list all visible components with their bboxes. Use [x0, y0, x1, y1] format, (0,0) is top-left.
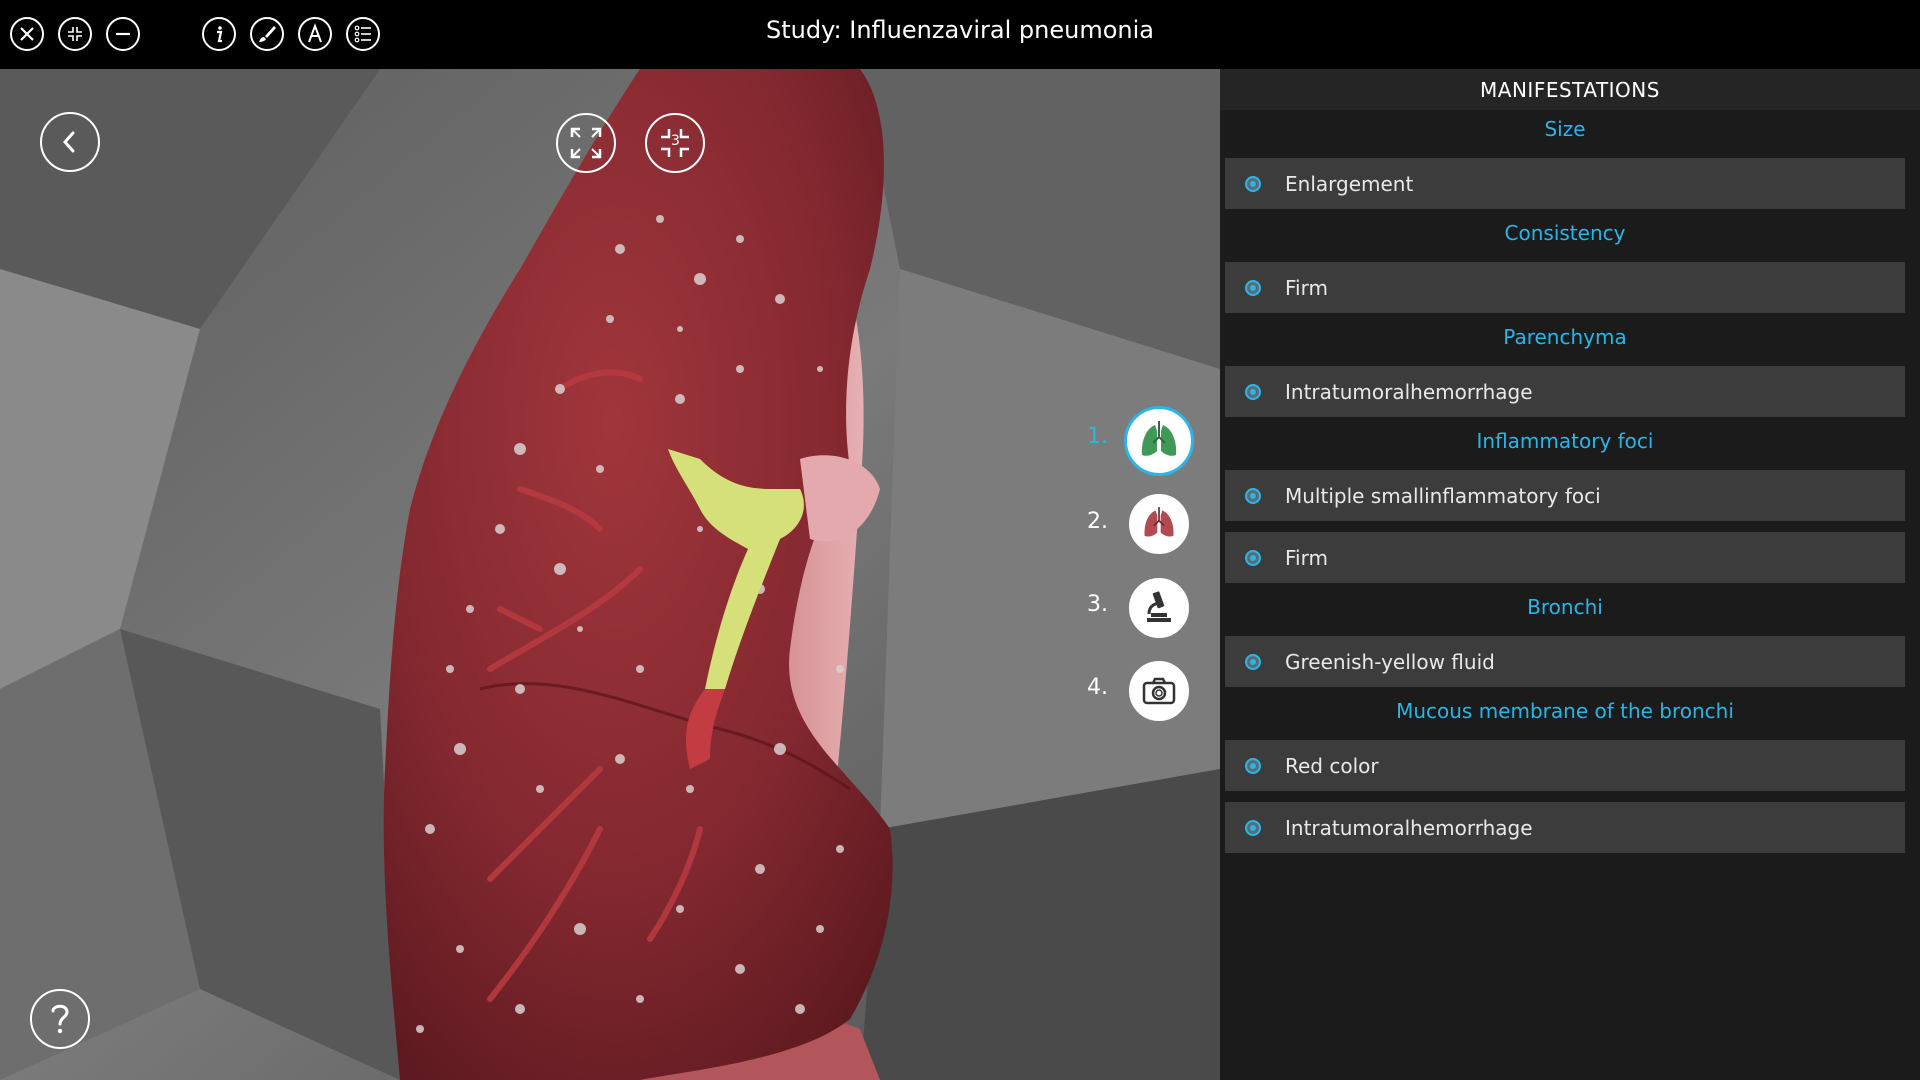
step-2-label: 2.	[1087, 509, 1108, 534]
manifestation-label: Firm	[1285, 275, 1328, 300]
manifestation-item[interactable]: Firm	[1225, 262, 1905, 313]
manifestation-label: Enlargement	[1285, 171, 1414, 196]
page-title: Study: Influenzaviral pneumonia	[766, 16, 1154, 44]
expand-view-button[interactable]	[556, 113, 616, 173]
step-3-button[interactable]	[1129, 578, 1189, 638]
3d-viewport[interactable]: 3 1. 2. 3. 4.	[0, 69, 1220, 1080]
lung-green-icon	[1141, 421, 1177, 456]
radio-dot-icon	[1245, 175, 1261, 192]
manifestations-panel: MANIFESTATIONS Size Enlargement Consiste…	[1220, 69, 1920, 1080]
step-2-button[interactable]	[1129, 494, 1189, 554]
help-button[interactable]	[30, 989, 90, 1049]
manifestation-item[interactable]: Intratumoralhemorrhage	[1225, 802, 1905, 853]
manifestation-item[interactable]: Multiple smallinflammatory foci	[1225, 470, 1905, 521]
manifestation-item[interactable]: Intratumoralhemorrhage	[1225, 366, 1905, 417]
manifestation-label: Firm	[1285, 545, 1328, 570]
radio-dot-icon	[1245, 653, 1261, 670]
section-title: Size	[1544, 117, 1586, 141]
radio-dot-icon	[1245, 279, 1261, 296]
step-4-button[interactable]	[1129, 661, 1189, 721]
section-title: Mucous membrane of the bronchi	[1396, 699, 1734, 723]
back-button[interactable]	[40, 112, 100, 172]
manifestation-item[interactable]: Enlargement	[1225, 158, 1905, 209]
step-3-label: 3.	[1087, 592, 1108, 617]
section-title: Bronchi	[1527, 595, 1603, 619]
section-title: Consistency	[1504, 221, 1626, 245]
manifestation-label: Intratumoralhemorrhage	[1285, 379, 1533, 404]
lung-red-icon	[1144, 507, 1174, 537]
expand-view-icon	[570, 127, 602, 159]
manifestation-label: Greenish-yellow fluid	[1285, 649, 1495, 674]
step-1-label: 1.	[1087, 424, 1108, 449]
question-icon	[51, 1004, 69, 1034]
top-bar: Study: Influenzaviral pneumonia	[0, 0, 1920, 69]
microscope-icon	[1147, 591, 1171, 622]
lung-model	[0, 69, 1220, 1080]
manifestation-label: Intratumoralhemorrhage	[1285, 815, 1533, 840]
compress-badge: 3	[671, 133, 680, 149]
radio-dot-icon	[1245, 383, 1261, 400]
section-title: Parenchyma	[1503, 325, 1627, 349]
step-4-label: 4.	[1087, 675, 1108, 700]
section-title: Inflammatory foci	[1476, 429, 1654, 453]
manifestation-item[interactable]: Greenish-yellow fluid	[1225, 636, 1905, 687]
radio-dot-icon	[1245, 549, 1261, 566]
camera-icon	[1142, 677, 1176, 705]
manifestation-label: Red color	[1285, 753, 1379, 778]
radio-dot-icon	[1245, 757, 1261, 774]
manifestation-item[interactable]: Red color	[1225, 740, 1905, 791]
radio-dot-icon	[1245, 487, 1261, 504]
manifestation-item[interactable]: Firm	[1225, 532, 1905, 583]
radio-dot-icon	[1245, 819, 1261, 836]
panel-header: MANIFESTATIONS	[1220, 69, 1920, 110]
chevron-left-icon	[62, 131, 75, 153]
step-1-button[interactable]	[1124, 406, 1194, 476]
manifestation-label: Multiple smallinflammatory foci	[1285, 483, 1601, 508]
compress-view-button[interactable]: 3	[645, 113, 705, 173]
